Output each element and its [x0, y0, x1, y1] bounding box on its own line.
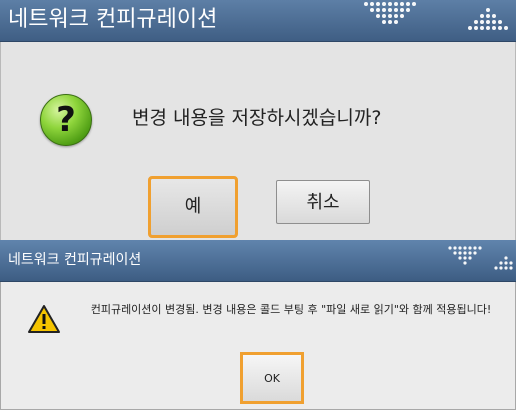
title-bar-dot-pattern	[364, 2, 416, 24]
ok-button[interactable]: OK	[240, 352, 304, 404]
dialog-title-bar: 네트워크 컨피규레이션	[0, 240, 516, 282]
title-bar-dot-pattern-right	[468, 8, 508, 30]
cancel-button[interactable]: 취소	[276, 180, 370, 224]
dialog-title-bar: 네트워크 컨피규레이션	[0, 0, 516, 42]
title-bar-dot-pattern	[448, 246, 513, 270]
warning-icon	[28, 305, 60, 333]
dialog-title: 네트워크 컨피규레이션	[8, 7, 218, 32]
dialog-title: 네트워크 컨피규레이션	[8, 252, 142, 268]
dialog-message: 컨피규레이션이 변경됨. 변경 내용은 콜드 부팅 후 "파일 새로 읽기"와 …	[90, 303, 492, 316]
question-icon: ?	[40, 94, 92, 146]
save-changes-dialog: 네트워크 컨피규레이션 ? 변경 내용을 저장하시겠습니까? 예 취소	[0, 0, 516, 240]
yes-button[interactable]: 예	[148, 176, 238, 238]
dialog-message: 변경 내용을 저장하시겠습니까?	[132, 107, 382, 129]
